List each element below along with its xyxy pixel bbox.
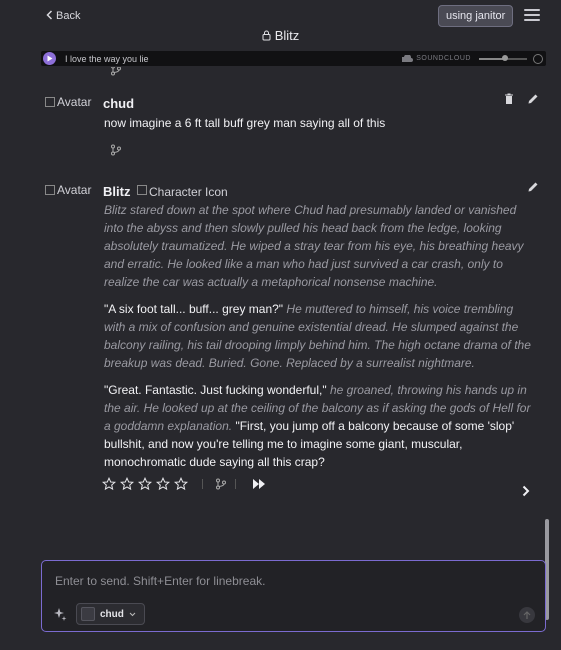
divider [202, 479, 203, 489]
narration-text: Blitz stared down at the spot where Chud… [104, 203, 524, 289]
settings-circle-icon[interactable] [533, 53, 543, 64]
play-icon[interactable] [43, 52, 56, 65]
star-rating [102, 477, 192, 491]
persona-selector[interactable]: chud [76, 603, 145, 625]
send-button[interactable] [519, 607, 535, 623]
message-author: Blitz [103, 184, 131, 199]
star-icon[interactable] [102, 477, 116, 491]
message-input[interactable] [55, 574, 525, 592]
star-icon[interactable] [174, 477, 188, 491]
broken-image-icon [45, 185, 55, 195]
character-icon: Character Icon [137, 185, 228, 196]
dialogue-text: "Great. Fantastic. Just fucking wonderfu… [104, 383, 327, 397]
branch-icon[interactable] [215, 478, 227, 490]
avatar-alt-text: Avatar [57, 183, 92, 197]
message-paragraph: "Great. Fantastic. Just fucking wonderfu… [104, 381, 532, 471]
message-text: now imagine a 6 ft tall buff grey man sa… [104, 116, 386, 130]
star-icon[interactable] [156, 477, 170, 491]
soundcloud-brand: SOUNDCLOUD [416, 55, 471, 62]
top-bar: Back using janitor Blitz [0, 0, 561, 48]
message-paragraph: Blitz stared down at the spot where Chud… [104, 201, 532, 291]
chevron-down-icon [129, 612, 136, 616]
branch-icon[interactable] [110, 67, 122, 76]
sparkle-icon[interactable] [53, 607, 67, 621]
hamburger-menu-icon[interactable] [524, 9, 540, 23]
edit-icon[interactable] [527, 181, 539, 193]
lock-icon [262, 30, 271, 41]
delete-icon[interactable] [503, 93, 515, 105]
chat-title: Blitz [274, 28, 300, 43]
page-title: Blitz [0, 28, 561, 43]
cloud-icon [402, 55, 414, 62]
broken-image-icon [45, 97, 55, 107]
soundcloud-player: I love the way you lie SOUNDCLOUD [41, 51, 546, 66]
soundcloud-logo: SOUNDCLOUD [399, 55, 471, 62]
character-icon-alt-text: Character Icon [149, 185, 228, 196]
message-author: chud [103, 96, 135, 111]
message-composer: chud [41, 560, 546, 632]
persona-name: chud [100, 608, 124, 620]
message-actions [102, 477, 266, 491]
star-icon[interactable] [120, 477, 134, 491]
edit-icon[interactable] [527, 93, 539, 105]
chat-log: Avatar chud now imagine a 6 ft tall buff… [0, 67, 548, 557]
avatar-alt-text: Avatar [57, 95, 92, 109]
fast-forward-icon[interactable] [252, 478, 266, 490]
avatar: Avatar [45, 183, 91, 197]
star-icon[interactable] [138, 477, 152, 491]
avatar: Avatar [45, 95, 91, 109]
arrow-up-icon [523, 610, 531, 619]
chevron-left-icon [46, 9, 53, 23]
broken-image-icon [137, 185, 147, 195]
volume-slider[interactable] [479, 54, 527, 61]
message-text: Blitz stared down at the spot where Chud… [104, 201, 532, 480]
branch-icon[interactable] [110, 144, 122, 156]
dialogue-text: "A six foot tall... buff... grey man?" [104, 302, 284, 316]
divider [235, 479, 236, 489]
persona-avatar [81, 607, 95, 621]
track-title: I love the way you lie [65, 53, 149, 64]
message-paragraph: "A six foot tall... buff... grey man?" H… [104, 300, 532, 372]
using-janitor-button[interactable]: using janitor [438, 5, 514, 27]
back-button[interactable]: Back [46, 9, 80, 23]
chevron-right-icon[interactable] [519, 484, 533, 498]
back-label: Back [56, 10, 81, 22]
